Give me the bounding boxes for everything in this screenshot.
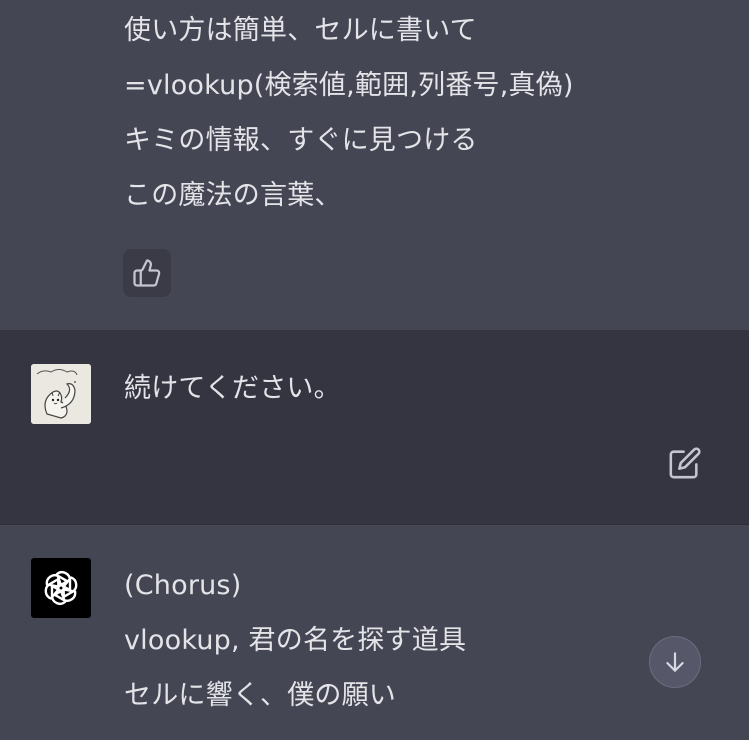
message-line: vlookup, 君の名を探す道具: [124, 625, 467, 656]
message-line: セルに響く、僕の願い: [124, 680, 396, 711]
arrow-down-icon: [666, 652, 684, 672]
thumbs-up-icon: [133, 259, 161, 287]
message-text: 使い方は簡単、セルに書いて =vlookup(検索値,範囲,列番号,真偽) キミ…: [124, 3, 574, 223]
assistant-message-1: 使い方は簡単、セルに書いて =vlookup(検索値,範囲,列番号,真偽) キミ…: [0, 0, 749, 330]
message-line: この魔法の言葉、: [124, 180, 342, 211]
scroll-to-bottom-button[interactable]: [649, 636, 701, 688]
assistant-avatar: [31, 558, 91, 618]
message-line: キミの情報、すぐに見つける: [124, 125, 478, 156]
message-line: 続けてください。: [124, 373, 341, 404]
openai-logo-icon: [44, 571, 78, 605]
user-avatar: [31, 364, 91, 424]
message-text: (Chorus) vlookup, 君の名を探す道具 セルに響く、僕の願い: [124, 558, 466, 723]
edit-icon: [669, 447, 701, 479]
user-message: 続けてください。: [0, 330, 749, 524]
message-line: (Chorus): [124, 570, 242, 601]
message-text: 続けてください。: [124, 361, 341, 416]
squirrel-sketch-avatar: [31, 364, 91, 424]
message-line: =vlookup(検索値,範囲,列番号,真偽): [124, 70, 574, 101]
thumbs-up-button[interactable]: [123, 249, 171, 297]
edit-message-button[interactable]: [666, 444, 704, 482]
assistant-message-2: (Chorus) vlookup, 君の名を探す道具 セルに響く、僕の願い: [0, 525, 749, 740]
message-line: 使い方は簡単、セルに書いて: [124, 15, 477, 46]
